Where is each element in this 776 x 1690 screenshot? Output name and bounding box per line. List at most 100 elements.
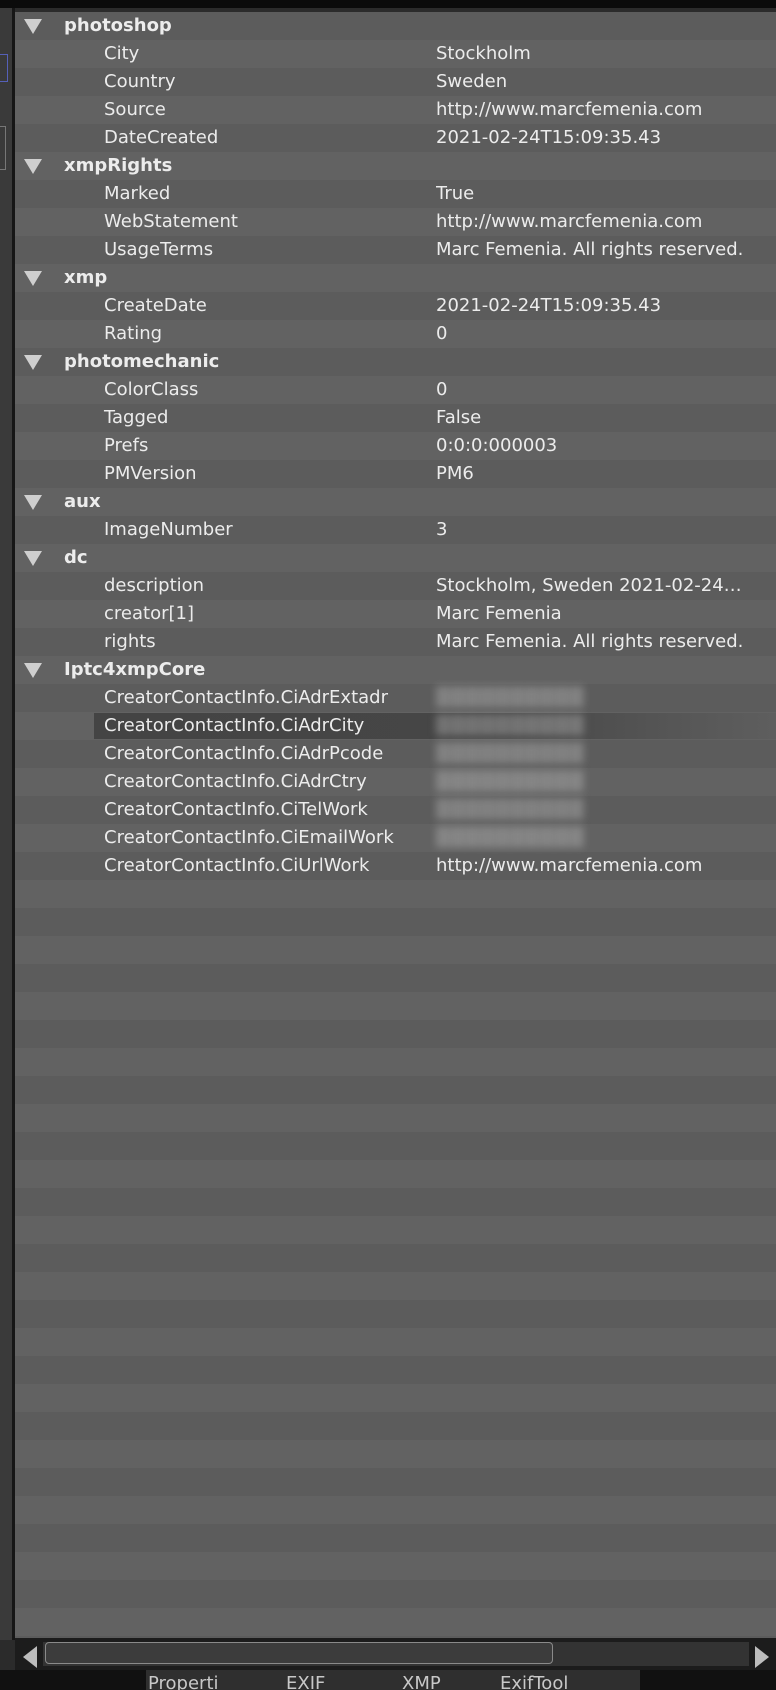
tab-properties[interactable]: Properti (148, 1670, 258, 1690)
property-row[interactable]: Rating 0 (15, 320, 776, 348)
property-value: False (436, 407, 482, 428)
property-key: CreatorContactInfo.CiAdrPcode (104, 743, 384, 764)
redacted-value: ██████████ (436, 799, 585, 820)
property-row[interactable]: CreatorContactInfo.CiTelWork ██████████ (15, 796, 776, 824)
property-value: Stockholm, Sweden 2021-02-24… (436, 575, 742, 596)
property-key: City (104, 43, 140, 64)
property-value: 2021-02-24T15:09:35.43 (436, 295, 662, 316)
group-name: xmp (64, 267, 108, 288)
left-edge-panel (0, 8, 12, 1640)
property-key: creator[1] (104, 603, 194, 624)
property-key: rights (104, 631, 156, 652)
property-row[interactable]: rights Marc Femenia. All rights reserved. (15, 628, 776, 656)
property-value: PM6 (436, 463, 474, 484)
redacted-value: ██████████ (436, 743, 585, 764)
property-key: CreatorContactInfo.CiEmailWork (104, 827, 394, 848)
property-row[interactable]: ColorClass 0 (15, 376, 776, 404)
disclosure-triangle-icon[interactable] (24, 271, 42, 286)
property-key: CreatorContactInfo.CiAdrCity (104, 715, 365, 736)
property-key: Country (104, 71, 176, 92)
metadata-panel: photoshop City Stockholm Country Sweden Sourc… (0, 0, 776, 1690)
property-key: CreatorContactInfo.CiAdrCtry (104, 771, 367, 792)
tab-exif[interactable]: EXIF (286, 1670, 346, 1690)
disclosure-triangle-icon[interactable] (24, 663, 42, 678)
tab-bar: Properti EXIF XMP ExifTool (0, 1670, 776, 1690)
property-row[interactable]: DateCreated 2021-02-24T15:09:35.43 (15, 124, 776, 152)
disclosure-triangle-icon[interactable] (24, 551, 42, 566)
group-row[interactable]: xmpRights (15, 152, 776, 180)
property-key: Source (104, 99, 166, 120)
left-panel-edge-control (0, 126, 6, 170)
property-row[interactable]: CreatorContactInfo.CiUrlWork http://www.m… (15, 852, 776, 880)
group-row[interactable]: xmp (15, 264, 776, 292)
group-name: xmpRights (64, 155, 173, 176)
redacted-value: ██████████ (436, 687, 585, 708)
property-row[interactable]: CreatorContactInfo.CiAdrPcode ██████████ (15, 740, 776, 768)
property-row[interactable]: CreatorContactInfo.CiAdrCtry ██████████ (15, 768, 776, 796)
property-row[interactable]: ImageNumber 3 (15, 516, 776, 544)
left-panel-edge-highlight (0, 54, 8, 82)
group-row[interactable]: dc (15, 544, 776, 572)
property-row[interactable]: CreatorContactInfo.CiAdrExtadr ██████████ (15, 684, 776, 712)
property-row[interactable]: PMVersion PM6 (15, 460, 776, 488)
property-key: ColorClass (104, 379, 199, 400)
property-value: http://www.marcfemenia.com (436, 211, 703, 232)
tab-exiftool[interactable]: ExifTool (500, 1670, 600, 1690)
group-row[interactable]: photomechanic (15, 348, 776, 376)
tab-xmp[interactable]: XMP (402, 1670, 452, 1690)
property-row[interactable]: CreateDate 2021-02-24T15:09:35.43 (15, 292, 776, 320)
property-value: http://www.marcfemenia.com (436, 99, 703, 120)
redacted-value: ██████████ (436, 827, 585, 848)
group-row[interactable]: photoshop (15, 12, 776, 40)
property-key: CreatorContactInfo.CiTelWork (104, 799, 368, 820)
group-row[interactable]: aux (15, 488, 776, 516)
tab-strip: Properti EXIF XMP ExifTool (146, 1670, 640, 1690)
property-key: description (104, 575, 205, 596)
top-border (0, 0, 776, 8)
property-value: 0:0:0:000003 (436, 435, 558, 456)
disclosure-triangle-icon[interactable] (24, 159, 42, 174)
property-key: WebStatement (104, 211, 238, 232)
property-key: PMVersion (104, 463, 197, 484)
property-row[interactable]: CreatorContactInfo.CiEmailWork ██████████ (15, 824, 776, 852)
metadata-tree[interactable]: photoshop City Stockholm Country Sweden Sourc… (15, 12, 776, 1640)
horizontal-scrollbar[interactable] (15, 1638, 776, 1670)
group-name: photomechanic (64, 351, 220, 372)
property-row[interactable]: Tagged False (15, 404, 776, 432)
disclosure-triangle-icon[interactable] (24, 355, 42, 370)
property-row[interactable]: creator[1] Marc Femenia (15, 600, 776, 628)
redacted-value: ██████████ (436, 771, 585, 792)
property-value: 0 (436, 323, 448, 344)
property-key: CreatorContactInfo.CiAdrExtadr (104, 687, 388, 708)
property-value: Stockholm (436, 43, 531, 64)
property-row[interactable]: UsageTerms Marc Femenia. All rights reser… (15, 236, 776, 264)
property-key: Marked (104, 183, 171, 204)
property-key: ImageNumber (104, 519, 233, 540)
property-row[interactable]: Source http://www.marcfemenia.com (15, 96, 776, 124)
property-row[interactable]: City Stockholm (15, 40, 776, 68)
scrollbar-thumb[interactable] (45, 1642, 553, 1664)
property-row[interactable]: Country Sweden (15, 68, 776, 96)
property-key: Tagged (104, 407, 169, 428)
scroll-right-arrow-icon[interactable] (755, 1646, 769, 1668)
property-value: True (436, 183, 475, 204)
scroll-left-arrow-icon[interactable] (23, 1646, 37, 1668)
property-key: Prefs (104, 435, 149, 456)
property-value: 0 (436, 379, 448, 400)
property-value: 3 (436, 519, 448, 540)
property-value: Marc Femenia. All rights reserved. (436, 239, 744, 260)
property-value: Sweden (436, 71, 508, 92)
property-row[interactable]: Marked True (15, 180, 776, 208)
disclosure-triangle-icon[interactable] (24, 19, 42, 34)
property-key: DateCreated (104, 127, 219, 148)
property-row[interactable]: WebStatement http://www.marcfemenia.com (15, 208, 776, 236)
property-key: CreatorContactInfo.CiUrlWork (104, 855, 370, 876)
property-row[interactable]: description Stockholm, Sweden 2021-02-24… (15, 572, 776, 600)
property-value: http://www.marcfemenia.com (436, 855, 703, 876)
property-value: 2021-02-24T15:09:35.43 (436, 127, 662, 148)
property-row[interactable]: CreatorContactInfo.CiAdrCity ██████████ (15, 712, 776, 740)
group-row[interactable]: Iptc4xmpCore (15, 656, 776, 684)
property-row[interactable]: Prefs 0:0:0:000003 (15, 432, 776, 460)
property-value: Marc Femenia (436, 603, 562, 624)
disclosure-triangle-icon[interactable] (24, 495, 42, 510)
